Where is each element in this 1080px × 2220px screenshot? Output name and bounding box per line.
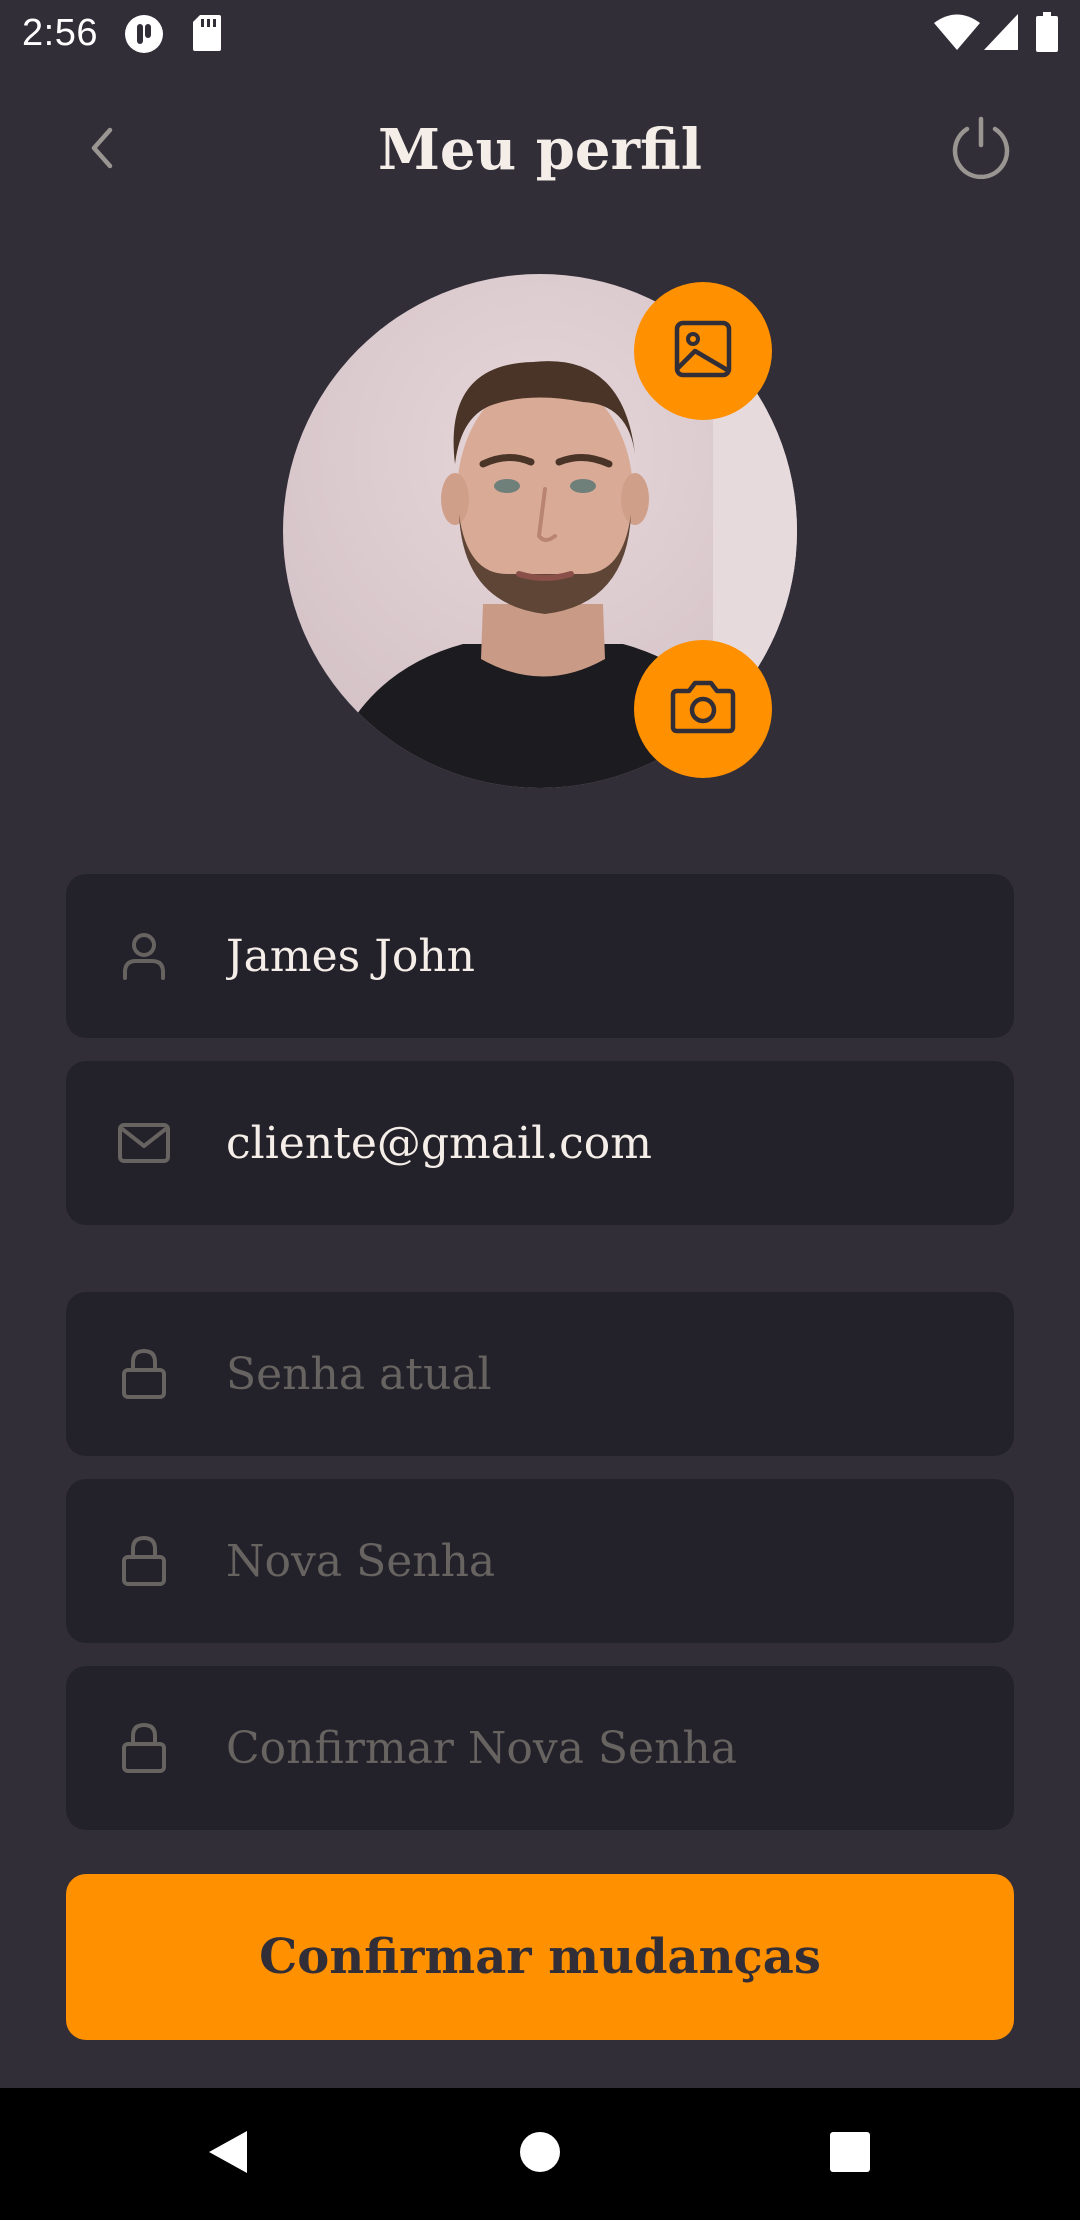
- current-password-input[interactable]: [226, 1292, 986, 1456]
- nav-home-button[interactable]: [504, 2118, 576, 2190]
- nav-back-button[interactable]: [192, 2118, 264, 2190]
- nav-home-icon: [518, 2130, 562, 2178]
- name-input[interactable]: [226, 874, 986, 1038]
- user-icon: [116, 928, 172, 984]
- wifi-icon: [934, 14, 980, 55]
- take-photo-button[interactable]: [634, 640, 772, 778]
- confirm-changes-button[interactable]: Confirmar mudanças: [66, 1874, 1014, 2040]
- status-bar: 2:56: [0, 0, 1080, 66]
- battery-icon: [1036, 12, 1058, 57]
- nav-recents-button[interactable]: [814, 2118, 886, 2190]
- confirm-password-input[interactable]: [226, 1666, 986, 1830]
- lock-icon: [116, 1533, 172, 1589]
- cellular-signal-icon: [984, 14, 1018, 55]
- lock-icon: [116, 1346, 172, 1402]
- header: Meu perfil: [0, 90, 1080, 210]
- avatar-section: [283, 274, 797, 788]
- nav-recents-icon: [828, 2130, 872, 2178]
- confirm-password-field: [66, 1666, 1014, 1830]
- nav-back-icon: [203, 2127, 253, 2181]
- email-field: [66, 1061, 1014, 1225]
- mail-icon: [116, 1115, 172, 1171]
- notification-app-icon: [124, 14, 164, 59]
- new-password-input[interactable]: [226, 1479, 986, 1643]
- status-time: 2:56: [22, 12, 98, 54]
- power-icon: [950, 115, 1012, 183]
- camera-icon: [669, 679, 737, 739]
- system-nav-bar: [0, 2088, 1080, 2220]
- name-field: [66, 874, 1014, 1038]
- lock-icon: [116, 1720, 172, 1776]
- new-password-field: [66, 1479, 1014, 1643]
- current-password-field: [66, 1292, 1014, 1456]
- sd-card-icon: [192, 14, 222, 57]
- email-input[interactable]: [226, 1061, 986, 1225]
- image-icon: [673, 319, 733, 383]
- choose-from-gallery-button[interactable]: [634, 282, 772, 420]
- sign-out-button[interactable]: [948, 116, 1014, 182]
- page-title: Meu perfil: [377, 117, 703, 183]
